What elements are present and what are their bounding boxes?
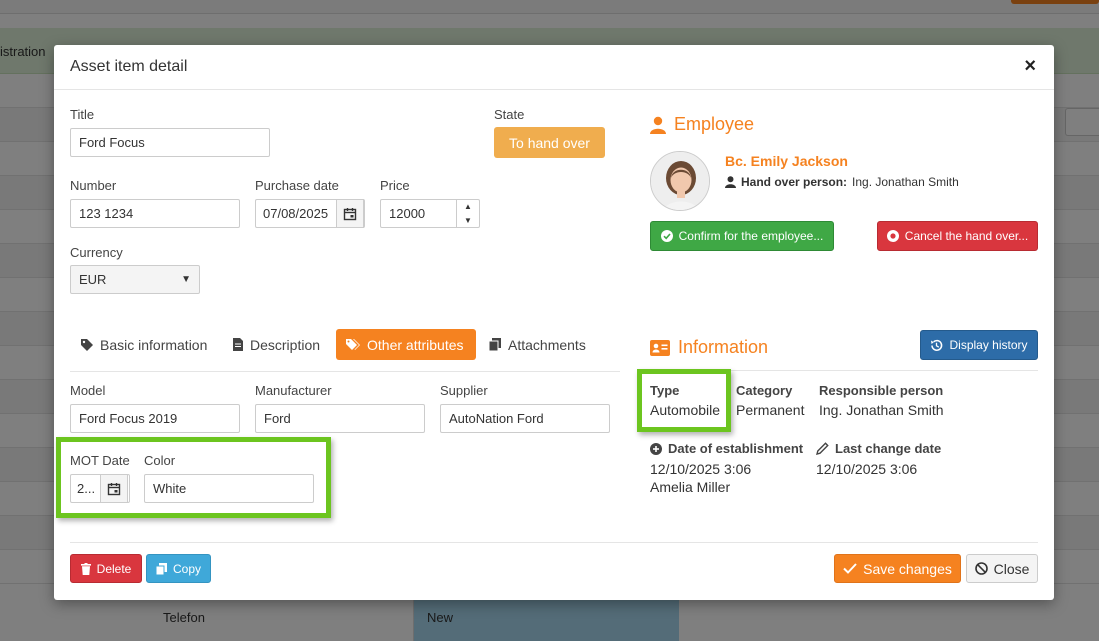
price-stepper[interactable]: ▲ ▼ bbox=[456, 199, 479, 228]
manufacturer-label: Manufacturer bbox=[255, 383, 332, 398]
supplier-input[interactable]: AutoNation Ford bbox=[440, 404, 610, 433]
handover-label: Hand over person: bbox=[741, 175, 848, 189]
cancel-button-label: Cancel the hand over... bbox=[904, 229, 1029, 243]
confirm-for-employee-button[interactable]: Confirm for the employee... bbox=[650, 221, 834, 251]
information-section-title: Information bbox=[650, 337, 768, 358]
employee-title-text: Employee bbox=[674, 114, 755, 134]
last-change-date: 12/10/2025 3:06 bbox=[816, 461, 918, 477]
category-label: Category bbox=[736, 383, 793, 398]
close-button-label: Close bbox=[993, 560, 1030, 577]
mot-date-label: MOT Date bbox=[70, 453, 130, 468]
tabs-divider bbox=[70, 371, 620, 372]
title-input[interactable]: Ford Focus bbox=[70, 128, 270, 157]
color-label: Color bbox=[144, 453, 176, 468]
last-change-label-text: Last change date bbox=[835, 441, 942, 456]
chevron-up-icon[interactable]: ▲ bbox=[457, 199, 479, 213]
tab-basic-information[interactable]: Basic information bbox=[71, 329, 217, 360]
save-changes-button[interactable]: Save changes bbox=[834, 554, 961, 583]
caret-down-icon: ▼ bbox=[181, 274, 191, 285]
purchase-date-label: Purchase date bbox=[255, 178, 339, 193]
tag-icon bbox=[81, 338, 93, 351]
tab-attachments[interactable]: Attachments bbox=[479, 329, 596, 360]
last-change-label: Last change date bbox=[816, 441, 941, 456]
delete-button-label: Delete bbox=[96, 561, 132, 576]
handover-person: Hand over person: Ing. Jonathan Smith bbox=[725, 175, 959, 189]
currency-select[interactable]: EUR ▼ bbox=[70, 265, 200, 294]
calendar-icon[interactable] bbox=[336, 199, 364, 228]
delete-button[interactable]: Delete bbox=[70, 554, 142, 583]
handover-value: Ing. Jonathan Smith bbox=[852, 175, 959, 189]
price-label: Price bbox=[380, 178, 410, 193]
type-value: Automobile bbox=[650, 402, 721, 418]
user-icon bbox=[650, 116, 666, 134]
establishment-date: 12/10/2025 3:06 bbox=[650, 461, 752, 477]
copy-icon bbox=[489, 338, 501, 351]
category-value: Permanent bbox=[736, 402, 805, 418]
id-card-icon bbox=[650, 339, 670, 356]
purchase-date-value: 07/08/2025 bbox=[263, 206, 329, 221]
price-value: 12000 bbox=[389, 206, 426, 221]
state-label: State bbox=[494, 107, 525, 122]
manufacturer-input[interactable]: Ford bbox=[255, 404, 425, 433]
establishment-label-text: Date of establishment bbox=[668, 441, 804, 456]
tab-description[interactable]: Description bbox=[223, 329, 330, 360]
check-circle-icon bbox=[660, 230, 673, 242]
model-input[interactable]: Ford Focus 2019 bbox=[70, 404, 240, 433]
user-icon bbox=[725, 176, 736, 188]
cancel-hand-over-button[interactable]: Cancel the hand over... bbox=[877, 221, 1038, 251]
supplier-label: Supplier bbox=[440, 383, 488, 398]
asset-detail-modal: Asset item detail × Title Ford Focus Sta… bbox=[54, 45, 1054, 600]
modal-title: Asset item detail bbox=[70, 58, 188, 75]
save-button-label: Save changes bbox=[863, 560, 952, 577]
currency-value: EUR bbox=[79, 272, 107, 287]
title-label: Title bbox=[70, 107, 95, 122]
responsible-person-value: Ing. Jonathan Smith bbox=[819, 402, 944, 418]
date-of-establishment-label: Date of establishment bbox=[650, 441, 803, 456]
plus-circle-icon bbox=[650, 442, 662, 455]
establishment-user: Amelia Miller bbox=[650, 479, 731, 495]
employee-name[interactable]: Bc. Emily Jackson bbox=[725, 153, 848, 169]
information-title-text: Information bbox=[678, 337, 769, 357]
trash-icon bbox=[80, 562, 91, 575]
history-icon bbox=[931, 339, 943, 351]
calendar-icon[interactable] bbox=[100, 474, 128, 503]
copy-button-label: Copy bbox=[172, 561, 201, 576]
check-icon bbox=[843, 563, 857, 574]
number-label: Number bbox=[70, 178, 117, 193]
mot-date-value: 2... bbox=[77, 481, 96, 496]
tab-label: Description bbox=[250, 336, 321, 353]
tab-label: Other attributes bbox=[367, 336, 464, 353]
type-label: Type bbox=[650, 383, 680, 398]
chevron-down-icon[interactable]: ▼ bbox=[457, 213, 479, 227]
color-input[interactable]: White bbox=[144, 474, 314, 503]
model-label: Model bbox=[70, 383, 106, 398]
tab-label: Attachments bbox=[508, 336, 586, 353]
employee-section-title: Employee bbox=[650, 114, 754, 135]
copy-icon bbox=[155, 562, 167, 575]
close-icon[interactable]: × bbox=[1024, 56, 1036, 76]
currency-label: Currency bbox=[70, 245, 123, 260]
tags-icon bbox=[346, 338, 360, 350]
display-history-button[interactable]: Display history bbox=[920, 330, 1038, 360]
document-icon bbox=[233, 338, 243, 351]
ban-icon bbox=[974, 562, 988, 575]
number-input[interactable]: 123 1234 bbox=[70, 199, 240, 228]
tab-label: Basic information bbox=[100, 336, 208, 353]
history-button-label: Display history bbox=[949, 338, 1028, 352]
confirm-button-label: Confirm for the employee... bbox=[678, 229, 824, 243]
copy-button[interactable]: Copy bbox=[146, 554, 211, 583]
state-button[interactable]: To hand over bbox=[494, 127, 605, 158]
tab-other-attributes[interactable]: Other attributes bbox=[336, 329, 476, 360]
responsible-person-label: Responsible person bbox=[819, 383, 944, 398]
highlight-box bbox=[637, 369, 731, 432]
footer-divider bbox=[70, 542, 1038, 543]
modal-header: Asset item detail × bbox=[54, 45, 1054, 90]
employee-avatar bbox=[650, 151, 710, 211]
close-button[interactable]: Close bbox=[966, 554, 1038, 583]
pencil-icon bbox=[816, 442, 829, 455]
stop-circle-icon bbox=[886, 230, 899, 242]
